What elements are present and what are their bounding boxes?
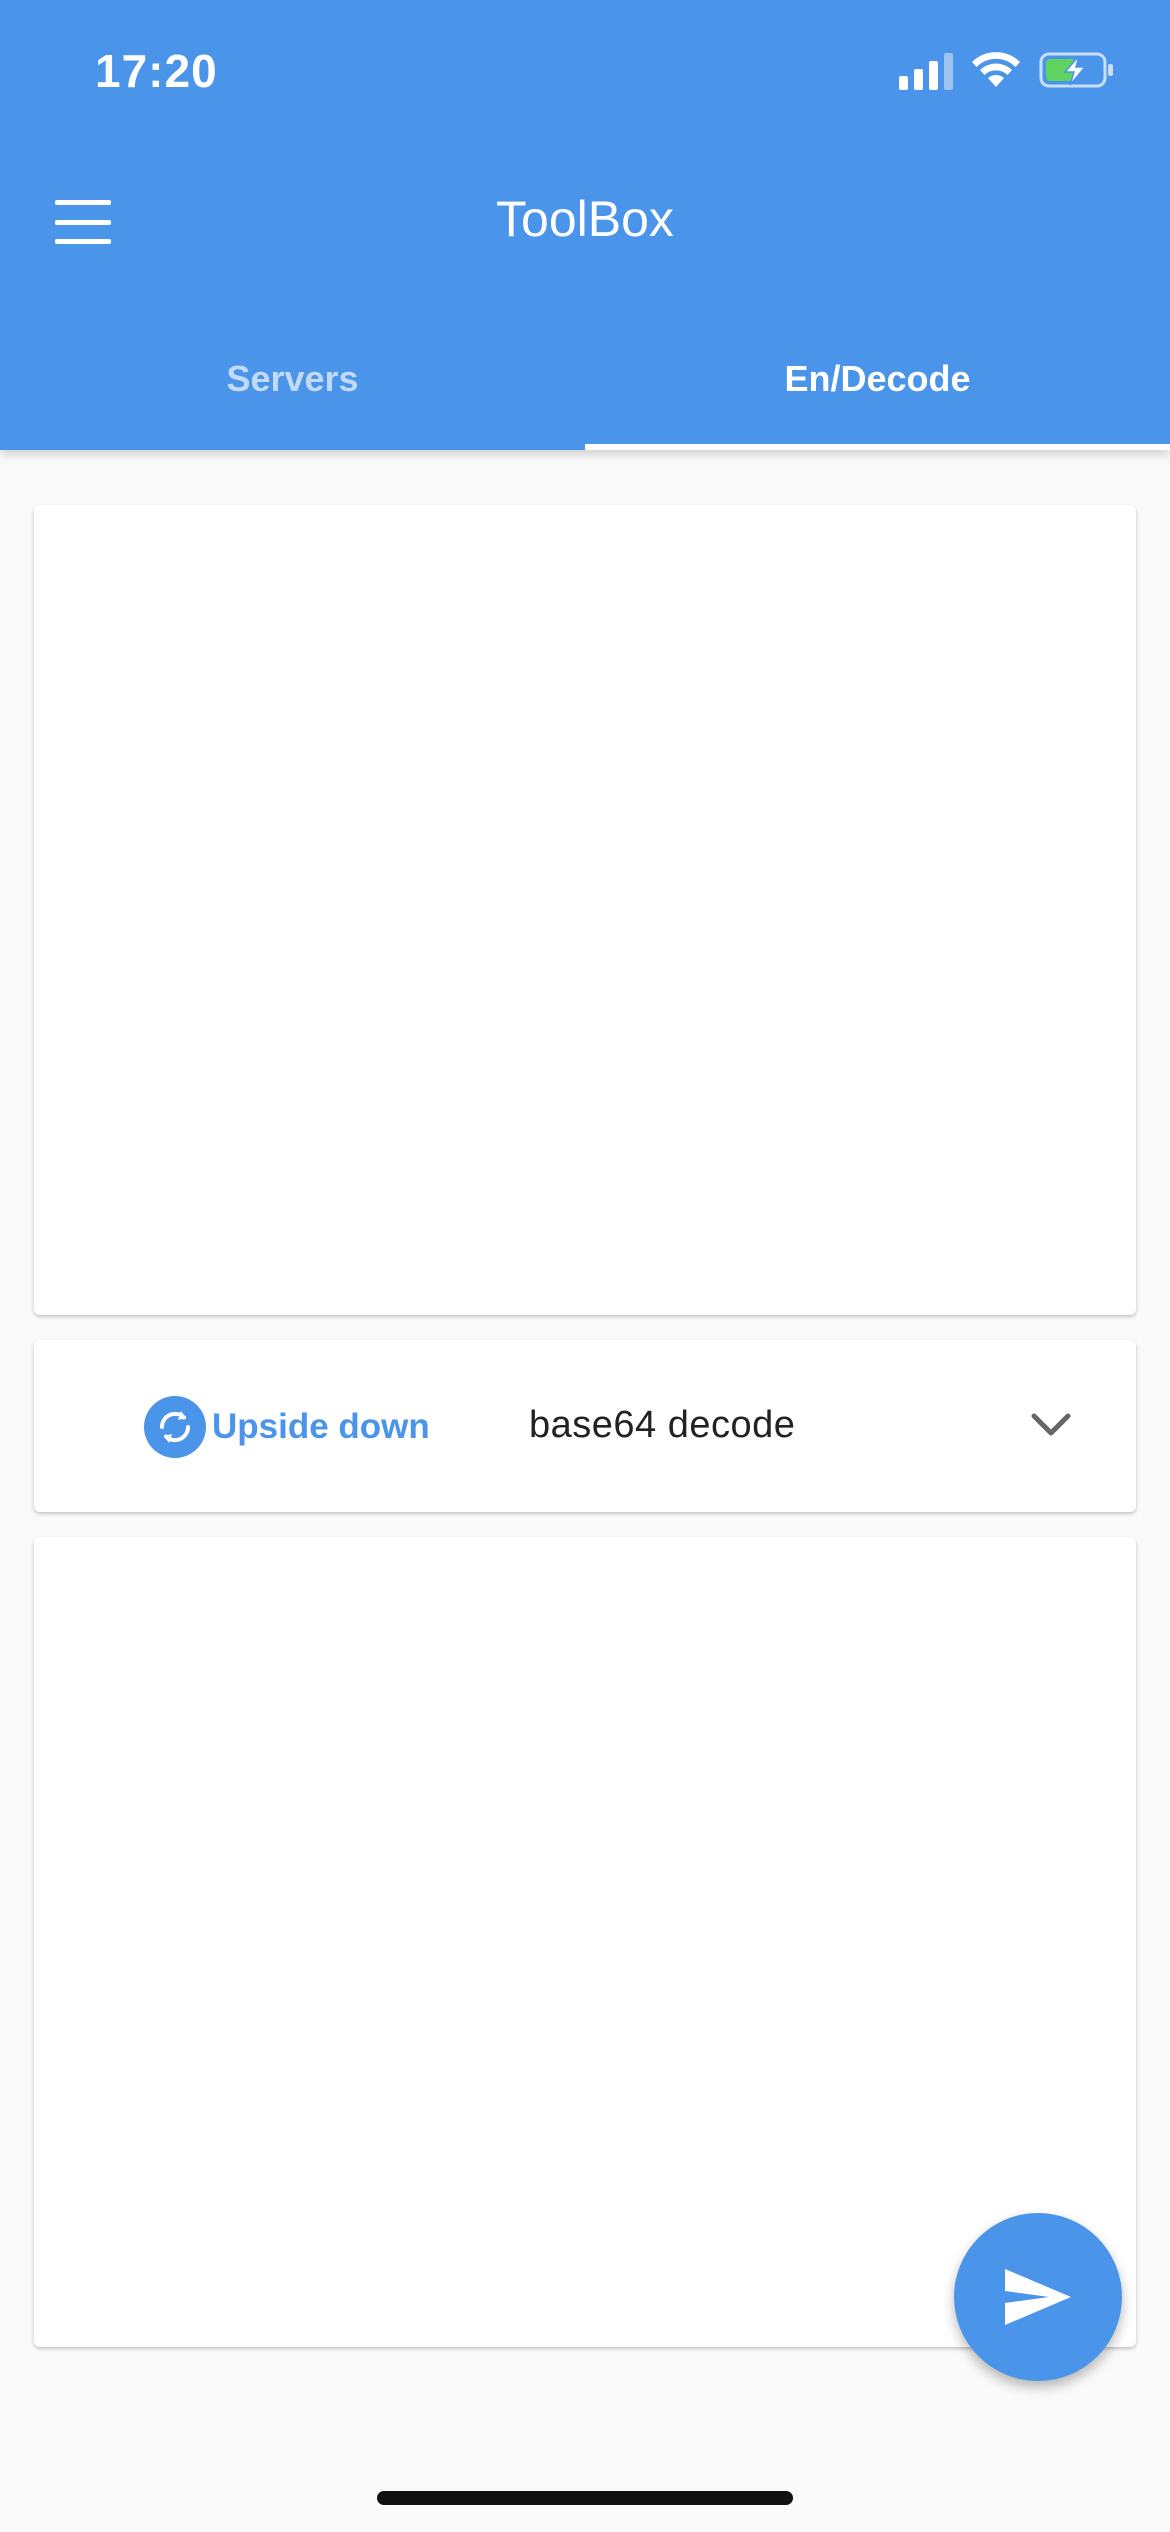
home-indicator xyxy=(377,2491,793,2505)
tab-bar: Servers En/Decode xyxy=(0,340,1170,450)
tab-indicator xyxy=(585,444,1170,450)
upside-down-button[interactable]: Upside down xyxy=(144,1396,430,1458)
status-time: 17:20 xyxy=(95,45,218,97)
upside-down-label: Upside down xyxy=(212,1407,430,1446)
status-icons xyxy=(899,50,1115,90)
battery-charging-icon xyxy=(1039,52,1113,88)
tab-servers[interactable]: Servers xyxy=(0,340,585,450)
swap-rotate-icon xyxy=(144,1396,206,1458)
app-title: ToolBox xyxy=(496,191,674,247)
tab-en-decode[interactable]: En/Decode xyxy=(585,340,1170,450)
controls-card: Upside down base64 decode xyxy=(34,1340,1136,1512)
app-bar: 17:20 ToolBox Servers En/Decode xyxy=(0,0,1170,450)
send-icon xyxy=(1005,2269,1071,2325)
mode-select[interactable]: base64 decode xyxy=(529,1404,795,1447)
send-button[interactable] xyxy=(954,2213,1122,2381)
chevron-down-icon[interactable] xyxy=(1029,1410,1073,1440)
input-text-area[interactable] xyxy=(34,505,1136,1315)
output-text-area[interactable] xyxy=(34,1537,1136,2347)
signal-icon xyxy=(899,50,953,90)
wifi-icon xyxy=(972,52,1020,87)
screen: 17:20 ToolBox Servers En/Decode Upside d… xyxy=(0,0,1170,2532)
